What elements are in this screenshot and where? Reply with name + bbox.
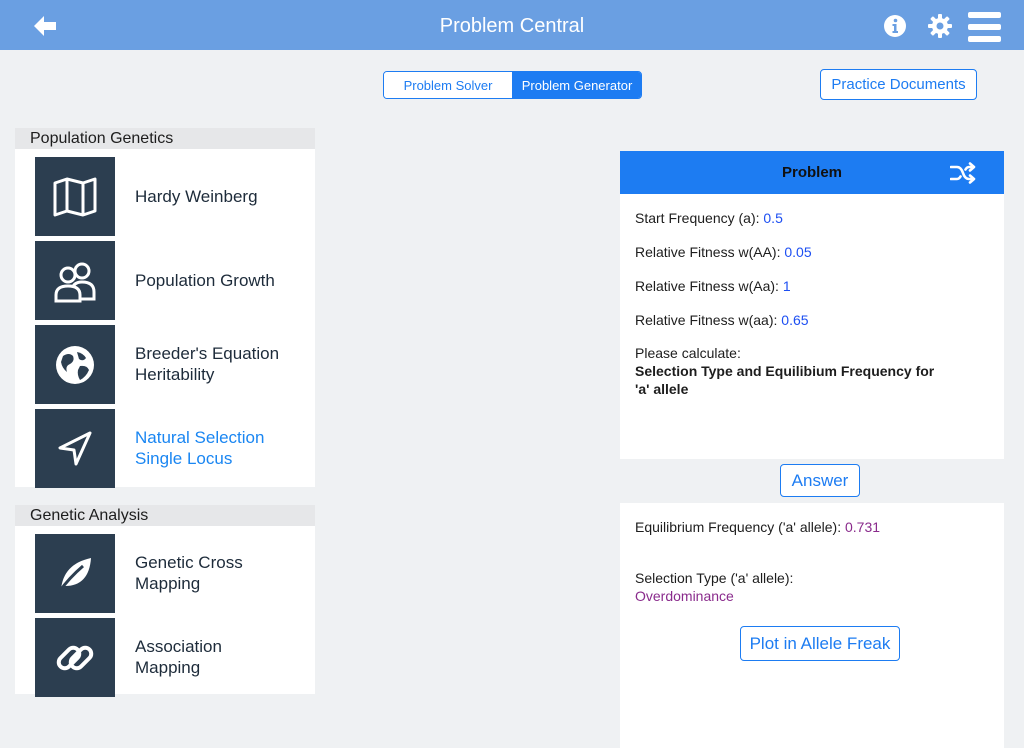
field-label: Start Frequency (a): (635, 210, 760, 226)
link-icon (35, 618, 115, 697)
list-item-label: Genetic Cross Mapping (135, 553, 243, 593)
list-item-label: Breeder's Equation Heritability (135, 344, 280, 384)
list-item-genetic-cross-mapping[interactable]: Genetic Cross Mapping (15, 533, 315, 617)
globe-icon (35, 325, 115, 404)
page-title: Problem Central (439, 15, 585, 37)
list-item-label: Association Mapping (135, 637, 222, 677)
leaf-icon (35, 534, 115, 613)
section-header-population-genetics: Population Genetics (15, 128, 315, 149)
users-icon (35, 241, 115, 320)
menu-icon[interactable] (968, 12, 1001, 42)
population-genetics-list: Hardy Weinberg Population Growth Breeder… (15, 149, 315, 488)
selection-type-value: Overdominance (635, 588, 734, 604)
problem-card: Problem Start Frequency (a): 0.5 Relativ… (620, 151, 1004, 459)
field-value: 0.05 (784, 244, 812, 260)
list-item-label: Population Growth (135, 270, 275, 290)
result-value: 0.731 (845, 519, 881, 535)
start-frequency-line: Start Frequency (a): 0.5 (635, 210, 783, 226)
tab-problem-solver[interactable]: Problem Solver (384, 72, 513, 98)
navigation-arrow-icon (35, 409, 115, 488)
list-item-natural-selection[interactable]: Natural Selection Single Locus (15, 408, 315, 492)
question-line-2: 'a' allele (635, 381, 689, 397)
answer-button[interactable]: Answer (780, 464, 860, 497)
fitness-aa-lower-line: Relative Fitness w(aa): 0.65 (635, 312, 809, 328)
fitness-aa-upper-line: Relative Fitness w(AA): 0.05 (635, 244, 812, 260)
field-label: Relative Fitness w(Aa): (635, 278, 779, 294)
field-value: 1 (782, 278, 791, 294)
plot-in-allele-freak-button[interactable]: Plot in Allele Freak (740, 626, 900, 661)
field-label: Relative Fitness w(aa): (635, 312, 778, 328)
nav-bar: Problem Central (0, 0, 1024, 50)
fitness-aa-mixed-line: Relative Fitness w(Aa): 1 (635, 278, 791, 294)
field-value: 0.65 (781, 312, 809, 328)
calculate-prompt: Please calculate: (635, 345, 741, 361)
list-item-label: Hardy Weinberg (135, 186, 258, 206)
list-item-breeders-equation[interactable]: Breeder's Equation Heritability (15, 324, 315, 408)
gear-icon[interactable] (928, 14, 952, 38)
list-item-label: Natural Selection Single Locus (135, 428, 265, 468)
list-item-population-growth[interactable]: Population Growth (15, 240, 315, 324)
genetic-analysis-list: Genetic Cross Mapping Association Mappin… (15, 526, 315, 697)
tab-problem-generator[interactable]: Problem Generator (513, 72, 641, 98)
selection-type-label: Selection Type ('a' allele): (635, 570, 794, 586)
map-icon (35, 157, 115, 236)
shuffle-icon[interactable] (950, 161, 976, 185)
list-item-hardy-weinberg[interactable]: Hardy Weinberg (15, 156, 315, 240)
mode-segmented-control: Problem Solver Problem Generator (383, 71, 642, 99)
practice-documents-button[interactable]: Practice Documents (820, 69, 977, 100)
list-item-association-mapping[interactable]: Association Mapping (15, 617, 315, 701)
section-header-genetic-analysis: Genetic Analysis (15, 505, 315, 526)
question-line-1: Selection Type and Equilibium Frequency … (635, 363, 935, 379)
problem-header-title: Problem (781, 164, 842, 181)
result-card: Equilibrium Frequency ('a' allele): 0.73… (620, 503, 1004, 748)
info-icon[interactable] (883, 14, 907, 38)
field-value: 0.5 (763, 210, 783, 226)
result-label: Equilibrium Frequency ('a' allele): (635, 519, 842, 535)
problem-header: Problem (620, 151, 1004, 194)
field-label: Relative Fitness w(AA): (635, 244, 781, 260)
equilibrium-frequency-line: Equilibrium Frequency ('a' allele): 0.73… (635, 519, 880, 535)
